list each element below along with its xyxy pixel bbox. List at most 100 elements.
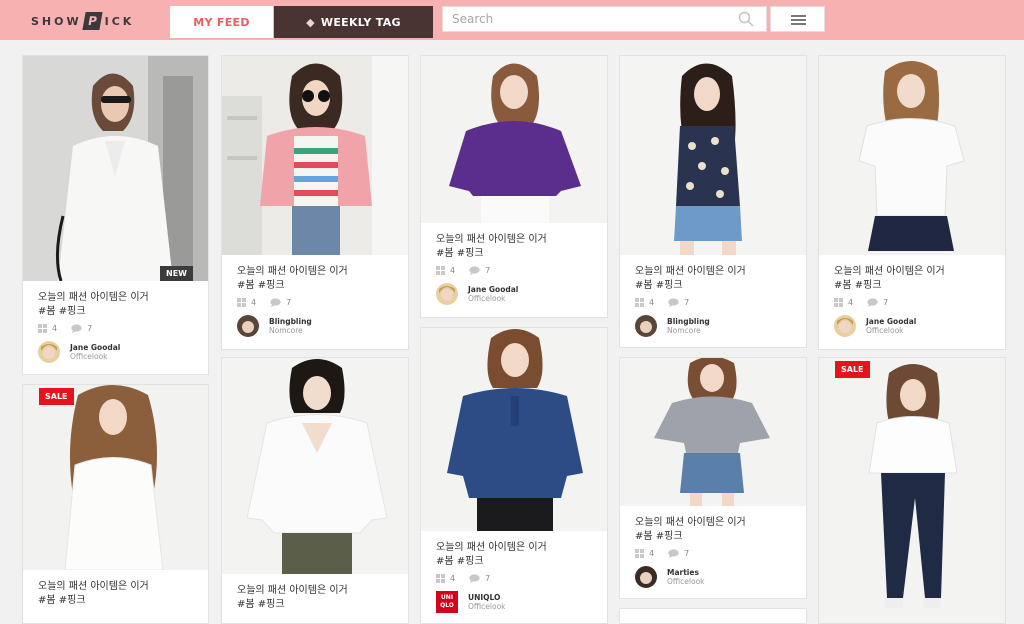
- author-name: UNIQLO: [468, 593, 501, 602]
- post-hashtags[interactable]: #봄 #핑크: [237, 279, 408, 292]
- post-photo[interactable]: [222, 56, 408, 255]
- menu-button[interactable]: [770, 6, 825, 32]
- post-card[interactable]: 오늘의 패션 아이템은 이거 #봄 #핑크 4 7 Jane Goodal Of…: [818, 55, 1006, 350]
- post-photo[interactable]: [620, 56, 806, 255]
- post-author[interactable]: Blingbling Nomcore: [237, 315, 408, 337]
- tab-my-feed[interactable]: MY FEED: [170, 6, 273, 38]
- grid-icon: [635, 549, 644, 558]
- post-stats: 4 7: [436, 574, 607, 583]
- grid-icon: [436, 574, 445, 583]
- post-author[interactable]: Blingbling Nomcore: [635, 315, 806, 337]
- showpick-logo[interactable]: SHOW P ICK: [31, 12, 134, 30]
- post-card[interactable]: 오늘의 패션 아이템은 이거 #봄 #핑크 4 7 Blingbling Nom…: [221, 55, 409, 350]
- post-author[interactable]: Marties Officelook: [635, 566, 806, 588]
- author-name: Jane Goodal: [866, 317, 917, 326]
- post-title: 오늘의 패션 아이템은 이거: [635, 266, 746, 277]
- post-card[interactable]: 오늘의 패션 아이템은 이거 #봄 #핑크 4 7 Jane Goodal Of…: [420, 55, 608, 318]
- comment-icon: [270, 298, 281, 307]
- comment-icon: [668, 549, 679, 558]
- post-card[interactable]: NEW 오늘의 패션 아이템은 이거 #봄 #핑크 4 7 Jane Gooda…: [22, 55, 209, 375]
- post-photo[interactable]: [620, 358, 806, 506]
- grid-icon: [436, 266, 445, 275]
- author-name: Blingbling: [667, 317, 710, 326]
- comment-icon: [71, 324, 82, 333]
- post-stats: 4 7: [38, 324, 208, 333]
- post-photo[interactable]: SALE: [819, 358, 1005, 623]
- post-photo[interactable]: SALE: [23, 385, 208, 570]
- likes-count: 4: [251, 298, 257, 307]
- post-hashtags[interactable]: #봄 #핑크: [436, 247, 607, 260]
- comments-count: 7: [87, 324, 93, 333]
- post-title: 오늘의 패션 아이템은 이거: [237, 585, 348, 596]
- post-hashtags[interactable]: #봄 #핑크: [635, 530, 806, 543]
- author-style: Officelook: [468, 602, 506, 611]
- likes-count: 4: [649, 549, 655, 558]
- post-card[interactable]: 오늘의 패션 아이템은 이거 #봄 #핑크 4 7 Marties Office…: [619, 357, 807, 599]
- post-photo[interactable]: NEW: [23, 56, 208, 281]
- comment-icon: [867, 298, 878, 307]
- uniqlo-logo: UNI QLO: [436, 591, 458, 613]
- post-hashtags[interactable]: #봄 #핑크: [436, 555, 607, 568]
- comments-count: 7: [684, 298, 690, 307]
- post-hashtags[interactable]: #봄 #핑크: [38, 305, 208, 318]
- post-author[interactable]: UNI QLO UNIQLO Officelook: [436, 591, 607, 613]
- post-title: 오늘의 패션 아이템은 이거: [38, 292, 149, 303]
- author-style: Officelook: [667, 577, 705, 586]
- avatar: [834, 315, 856, 337]
- logo-text-right: ICK: [104, 14, 135, 28]
- author-style: Nomcore: [269, 326, 303, 335]
- post-author[interactable]: Jane Goodal Officelook: [834, 315, 1005, 337]
- author-style: Officelook: [70, 352, 108, 361]
- sale-badge: SALE: [39, 388, 74, 405]
- post-photo[interactable]: [421, 56, 607, 223]
- avatar: [635, 566, 657, 588]
- avatar: [237, 315, 259, 337]
- top-navigation-bar: SHOW P ICK MY FEED ◆ WEEKLY TAG: [0, 0, 1024, 40]
- post-author[interactable]: Jane Goodal Officelook: [436, 283, 607, 305]
- post-card[interactable]: 오늘의 패션 아이템은 이거 #봄 #핑크 4 7 UNI QLO UNIQLO …: [420, 327, 608, 624]
- author-style: Officelook: [866, 326, 904, 335]
- post-stats: 4 7: [237, 298, 408, 307]
- sale-badge: SALE: [835, 361, 870, 378]
- post-stats: 4 7: [635, 549, 806, 558]
- grid-icon: [38, 324, 47, 333]
- author-name: Jane Goodal: [468, 285, 519, 294]
- post-title: 오늘의 패션 아이템은 이거: [38, 581, 149, 592]
- tag-icon: ◆: [306, 15, 315, 29]
- post-hashtags[interactable]: #봄 #핑크: [635, 279, 806, 292]
- avatar: [436, 283, 458, 305]
- post-card[interactable]: SALE: [818, 357, 1006, 624]
- post-title: 오늘의 패션 아이템은 이거: [436, 234, 547, 245]
- post-hashtags[interactable]: #봄 #핑크: [834, 279, 1005, 292]
- search-box: [442, 6, 767, 32]
- author-style: Nomcore: [667, 326, 701, 335]
- likes-count: 4: [848, 298, 854, 307]
- post-photo[interactable]: [222, 358, 408, 574]
- search-input[interactable]: [443, 7, 732, 31]
- likes-count: 4: [649, 298, 655, 307]
- post-title: 오늘의 패션 아이템은 이거: [436, 542, 547, 553]
- comment-icon: [469, 266, 480, 275]
- new-badge: NEW: [160, 266, 193, 281]
- post-author[interactable]: Jane Goodal Officelook: [38, 341, 208, 363]
- tab-weekly-tag[interactable]: ◆ WEEKLY TAG: [274, 6, 433, 38]
- likes-count: 4: [450, 266, 456, 275]
- post-card[interactable]: 오늘의 패션 아이템은 이거 #봄 #핑크 4 7 Blingbling Nom…: [619, 55, 807, 348]
- avatar: [635, 315, 657, 337]
- post-photo[interactable]: [819, 56, 1005, 255]
- comments-count: 7: [485, 574, 491, 583]
- grid-icon: [834, 298, 843, 307]
- post-hashtags[interactable]: #봄 #핑크: [38, 594, 208, 607]
- search-icon[interactable]: [738, 11, 754, 27]
- post-card[interactable]: SALE 오늘의 패션 아이템은 이거 #봄 #핑크: [22, 384, 209, 624]
- likes-count: 4: [52, 324, 58, 333]
- post-photo[interactable]: [421, 328, 607, 531]
- comment-icon: [668, 298, 679, 307]
- post-card[interactable]: 오늘의 패션 아이템은 이거 #봄 #핑크: [221, 357, 409, 624]
- post-card[interactable]: [619, 608, 807, 624]
- grid-icon: [635, 298, 644, 307]
- post-hashtags[interactable]: #봄 #핑크: [237, 598, 408, 611]
- post-title: 오늘의 패션 아이템은 이거: [237, 266, 348, 277]
- comments-count: 7: [684, 549, 690, 558]
- post-stats: 4 7: [436, 266, 607, 275]
